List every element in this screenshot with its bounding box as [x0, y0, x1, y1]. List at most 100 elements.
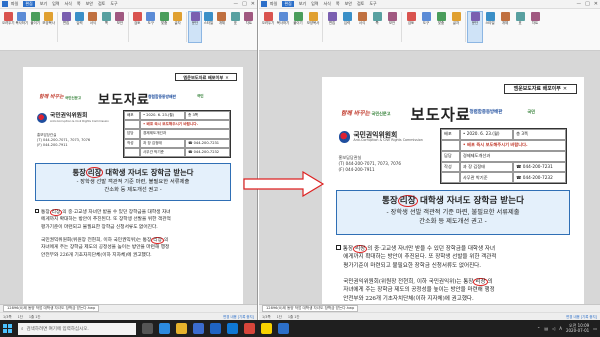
document-tab[interactable]: 12896(0)제 동양 작업 대학생 자녀도 장학금 받는다.hwp	[3, 305, 100, 312]
menu-item[interactable]: 쪽	[336, 1, 340, 7]
status-track-changes[interactable]: 변경 내용 [기록 중지]	[566, 314, 597, 319]
ribbon-button[interactable]: 맞춤	[158, 12, 170, 42]
menu-item[interactable]: 입력	[52, 1, 59, 7]
menu-item[interactable]: 편집	[23, 1, 35, 7]
ribbon-button[interactable]: 복사하기	[276, 12, 290, 42]
store-icon[interactable]	[193, 323, 204, 334]
menu-item[interactable]: 서식	[65, 1, 72, 7]
hancom-icon[interactable]	[278, 323, 289, 334]
ribbon-separator	[465, 12, 466, 42]
ribbon-button[interactable]: 복사하기	[15, 12, 28, 42]
mail-icon[interactable]	[227, 323, 238, 334]
clock[interactable]: 오전 10:09 2020-07-01	[566, 323, 589, 334]
ribbon-button[interactable]: 입력	[73, 12, 85, 42]
maximize-button[interactable]: □	[585, 1, 590, 8]
close-icon: ✕	[225, 75, 229, 80]
chrome-icon[interactable]	[244, 323, 255, 334]
ribbon-separator	[185, 12, 187, 42]
ribbon-button-label: 입력	[76, 21, 83, 25]
windows-start-icon[interactable]	[3, 324, 12, 333]
p2-pre: 국민권익위원회(위원장 전현희, 이하 국민권익위)는 통장	[41, 238, 152, 243]
task-view-icon[interactable]	[142, 323, 153, 334]
ribbon-button[interactable]: 차트	[528, 12, 542, 42]
ribbon-button[interactable]: 스타일	[202, 12, 214, 42]
ribbon-tool-icon	[470, 12, 480, 21]
menu-item[interactable]: 파일	[270, 1, 277, 7]
menu-item[interactable]: 검토	[357, 1, 364, 7]
maximize-button[interactable]: □	[242, 1, 247, 8]
ribbon-button[interactable]: 쪽	[100, 12, 112, 42]
tray-up-arrow-icon[interactable]: ⌃	[537, 326, 540, 331]
menu-item[interactable]: 서식	[324, 1, 331, 7]
ribbon-tool-icon	[451, 12, 461, 21]
taskbar-search[interactable]: ⌕ 검색하려면 여기에 입력하십시오.	[18, 322, 136, 335]
ribbon-button[interactable]: 모양복사	[42, 12, 55, 42]
ribbon-tool-icon	[436, 12, 446, 21]
ribbon-button[interactable]: 쪽	[370, 12, 384, 42]
ribbon-button[interactable]: 입력	[340, 12, 354, 42]
ribbon-button[interactable]: 표	[229, 12, 241, 42]
minimize-button[interactable]: ㅡ	[233, 1, 238, 8]
paragraph-line: 국민권익위원회(위원장 전현희, 이하 국민권익위)는 통장 리장 의	[41, 237, 235, 244]
ribbon-button[interactable]: 도구	[419, 12, 433, 42]
close-button[interactable]: ✕	[251, 1, 255, 8]
status-track-changes[interactable]: 변경 내용 [기록 중지]	[223, 314, 254, 319]
info-table: 배포 • 2020. 6. 23.(월) 총 3쪽 • 배포 즉시 보도해주시기 바랍…	[440, 127, 568, 185]
ribbon-button[interactable]: 도구	[144, 12, 156, 42]
ribbon-button[interactable]: 검토	[404, 12, 418, 42]
ribbon-button[interactable]: 글자	[171, 12, 183, 42]
ribbon-button[interactable]: 검토	[131, 12, 143, 42]
browser-icon[interactable]	[159, 323, 170, 334]
ribbon-button[interactable]: 편집	[60, 12, 72, 42]
notification-icon[interactable]: ▭	[593, 326, 597, 331]
menu-item[interactable]: 보기	[40, 1, 47, 7]
ribbon-button[interactable]: 글자	[449, 12, 463, 42]
ribbon-button[interactable]: 개체	[216, 12, 228, 42]
ribbon-button[interactable]: 차트	[243, 12, 255, 42]
ribbon-button-label: 모양복사	[42, 21, 55, 25]
menu-item[interactable]: 편집	[282, 1, 294, 7]
ribbon-button[interactable]: 맞춤	[434, 12, 448, 42]
menu-item[interactable]: 도구	[110, 1, 117, 7]
document-area: 엠운보도자료 배포이부 ✕ 함께 바꾸는 국민신문고 보도자료 청렴함중동방배판 국민 국민권…	[0, 60, 257, 304]
menu-item[interactable]: 보기	[299, 1, 306, 7]
input-language[interactable]: A	[559, 326, 562, 331]
p2-circled: 리장	[473, 277, 488, 286]
ribbon-button-label: 스타일	[203, 21, 214, 25]
ribbon-button[interactable]: 표	[513, 12, 527, 42]
folder-icon[interactable]	[176, 323, 187, 334]
menu-item[interactable]: 보안	[345, 1, 352, 7]
minimize-button[interactable]: ㅡ	[576, 1, 581, 8]
menu-item[interactable]: 보안	[86, 1, 93, 7]
ribbon-button[interactable]: 모양복사	[306, 12, 320, 42]
slogan-logo: 함께 바꾸는	[39, 94, 64, 100]
ribbon-button[interactable]: 문단	[467, 11, 483, 43]
menu-item[interactable]: 입력	[311, 1, 318, 7]
ribbon-button[interactable]: 오려두기	[261, 12, 275, 42]
menu-item[interactable]: 검토	[98, 1, 105, 7]
ribbon-button[interactable]: 보안	[114, 12, 126, 42]
menu-item[interactable]: 도구	[369, 1, 376, 7]
ribbon-tool-icon	[421, 12, 431, 21]
menu-item[interactable]: 파일	[11, 1, 18, 7]
menu-item[interactable]: 쪽	[77, 1, 81, 7]
ribbon-button[interactable]: 서식	[87, 12, 99, 42]
network-icon[interactable]: ▤	[544, 326, 548, 331]
ribbon-button[interactable]: 편집	[325, 12, 339, 42]
kakaotalk-icon[interactable]	[261, 323, 272, 334]
volume-icon[interactable]: ◁	[552, 326, 555, 331]
date-value: • 2020. 6. 23.(월)	[140, 111, 185, 121]
ribbon-button[interactable]: 스타일	[483, 12, 497, 42]
hwp-taskbar-icon[interactable]	[210, 323, 221, 334]
ribbon-button[interactable]: 문단	[187, 11, 203, 43]
ribbon-button[interactable]: 서식	[355, 12, 369, 42]
ribbon-button[interactable]: 개체	[498, 12, 512, 42]
close-button[interactable]: ✕	[594, 1, 598, 8]
headline-post: 대학생 자녀도 장학금 받는다	[419, 195, 525, 206]
ribbon-button[interactable]: 붙이기	[29, 12, 41, 42]
ribbon-button[interactable]: 보안	[385, 12, 399, 42]
document-tab[interactable]: 12896(0)제 동양 작업 대학생 자녀도 장학금 받는다.hwp	[262, 305, 359, 312]
ribbon-button[interactable]: 붙이기	[291, 12, 305, 42]
ribbon-button[interactable]: 오려두기	[2, 12, 14, 42]
document-type-title: 보도자료	[410, 105, 471, 124]
